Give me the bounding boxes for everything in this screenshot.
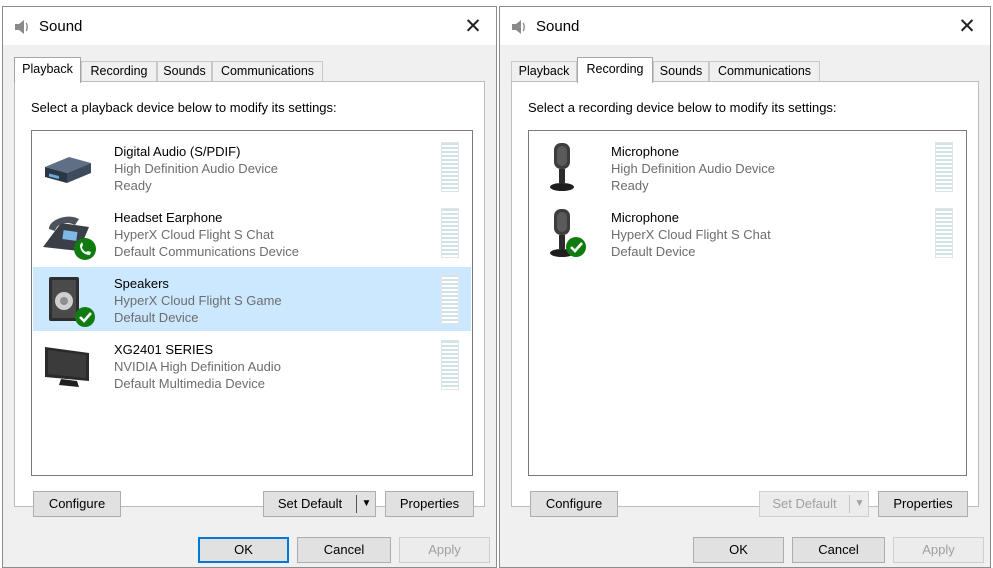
set-default-button[interactable]: Set Default ▼: [759, 491, 869, 517]
tab-recording[interactable]: Recording: [577, 57, 653, 83]
device-row[interactable]: Digital Audio (S/PDIF) High Definition A…: [33, 135, 471, 199]
level-meter: [935, 208, 953, 258]
sound-dialog-recording: Sound ✕ Playback Recording Sounds Commun…: [499, 6, 991, 568]
device-status: Default Device: [611, 244, 696, 259]
instruction-text: Select a recording device below to modif…: [528, 100, 837, 115]
level-meter: [441, 208, 459, 258]
configure-button[interactable]: Configure: [530, 491, 618, 517]
device-row[interactable]: XG2401 SERIES NVIDIA High Definition Aud…: [33, 333, 471, 397]
tab-communications[interactable]: Communications: [709, 61, 820, 82]
device-description: High Definition Audio Device: [114, 161, 279, 176]
device-status: Ready: [611, 178, 649, 193]
monitor-icon: [39, 339, 99, 393]
device-description: NVIDIA High Definition Audio: [114, 359, 281, 374]
device-name: XG2401 SERIES: [114, 342, 213, 357]
cancel-button[interactable]: Cancel: [297, 537, 391, 563]
set-default-button[interactable]: Set Default ▼: [263, 491, 376, 517]
tab-sounds[interactable]: Sounds: [653, 61, 709, 82]
device-name: Speakers: [114, 276, 169, 291]
device-status: Default Communications Device: [114, 244, 299, 259]
tab-playback[interactable]: Playback: [511, 61, 577, 82]
configure-button[interactable]: Configure: [33, 491, 121, 517]
sound-app-icon: [510, 19, 528, 35]
level-meter: [441, 340, 459, 390]
set-default-label: Set Default: [277, 496, 343, 511]
microphone-icon: [536, 207, 596, 261]
desk-phone-icon: [39, 207, 99, 261]
window-title: Sound: [536, 18, 580, 35]
chevron-down-icon[interactable]: ▼: [357, 492, 376, 516]
level-meter: [441, 142, 459, 192]
device-status: Default Multimedia Device: [114, 376, 266, 391]
device-description: HyperX Cloud Flight S Chat: [611, 227, 771, 242]
apply-button[interactable]: Apply: [893, 537, 984, 563]
set-default-label: Set Default: [772, 496, 837, 511]
device-list[interactable]: Microphone High Definition Audio Device …: [528, 130, 967, 476]
cancel-button[interactable]: Cancel: [792, 537, 885, 563]
title-bar[interactable]: Sound ✕: [3, 7, 496, 45]
device-name: Microphone: [611, 210, 679, 225]
tab-sounds[interactable]: Sounds: [157, 61, 212, 82]
device-row[interactable]: Microphone HyperX Cloud Flight S Chat De…: [530, 201, 965, 265]
device-row[interactable]: Headset Earphone HyperX Cloud Flight S C…: [33, 201, 471, 265]
close-button[interactable]: ✕: [458, 12, 488, 40]
tab-communications[interactable]: Communications: [212, 61, 323, 82]
microphone-icon: [536, 141, 596, 195]
chevron-down-icon[interactable]: ▼: [850, 492, 869, 516]
speaker-icon: [39, 273, 99, 327]
device-name: Digital Audio (S/PDIF): [114, 144, 241, 159]
instruction-text: Select a playback device below to modify…: [31, 100, 337, 115]
device-status: Default Device: [114, 310, 199, 325]
device-name: Microphone: [611, 144, 679, 159]
ok-button[interactable]: OK: [198, 537, 289, 563]
device-description: HyperX Cloud Flight S Game: [114, 293, 282, 308]
level-meter: [935, 142, 953, 192]
tab-page: Select a recording device below to modif…: [511, 81, 979, 517]
device-description: HyperX Cloud Flight S Chat: [114, 227, 274, 242]
properties-button[interactable]: Properties: [878, 491, 968, 517]
apply-button[interactable]: Apply: [399, 537, 490, 563]
level-meter: [441, 274, 459, 324]
device-name: Headset Earphone: [114, 210, 223, 225]
tab-playback[interactable]: Playback: [14, 57, 81, 83]
dialog-body: Playback Recording Sounds Communications…: [3, 45, 496, 567]
device-row[interactable]: Microphone High Definition Audio Device …: [530, 135, 965, 199]
device-status: Ready: [114, 178, 152, 193]
tab-page: Select a playback device below to modify…: [14, 81, 485, 517]
close-button[interactable]: ✕: [952, 12, 982, 40]
sound-dialog-playback: Sound ✕ Playback Recording Sounds Commun…: [2, 6, 497, 568]
device-list[interactable]: Digital Audio (S/PDIF) High Definition A…: [31, 130, 473, 476]
tab-recording[interactable]: Recording: [81, 61, 157, 82]
spdif-box-icon: [39, 141, 99, 195]
ok-button[interactable]: OK: [693, 537, 784, 563]
device-row-selected[interactable]: Speakers HyperX Cloud Flight S Game Defa…: [33, 267, 471, 331]
device-description: High Definition Audio Device: [611, 161, 776, 176]
dialog-body: Playback Recording Sounds Communications…: [500, 45, 990, 567]
sound-app-icon: [13, 19, 31, 35]
window-title: Sound: [39, 18, 83, 35]
title-bar[interactable]: Sound ✕: [500, 7, 990, 45]
properties-button[interactable]: Properties: [385, 491, 474, 517]
